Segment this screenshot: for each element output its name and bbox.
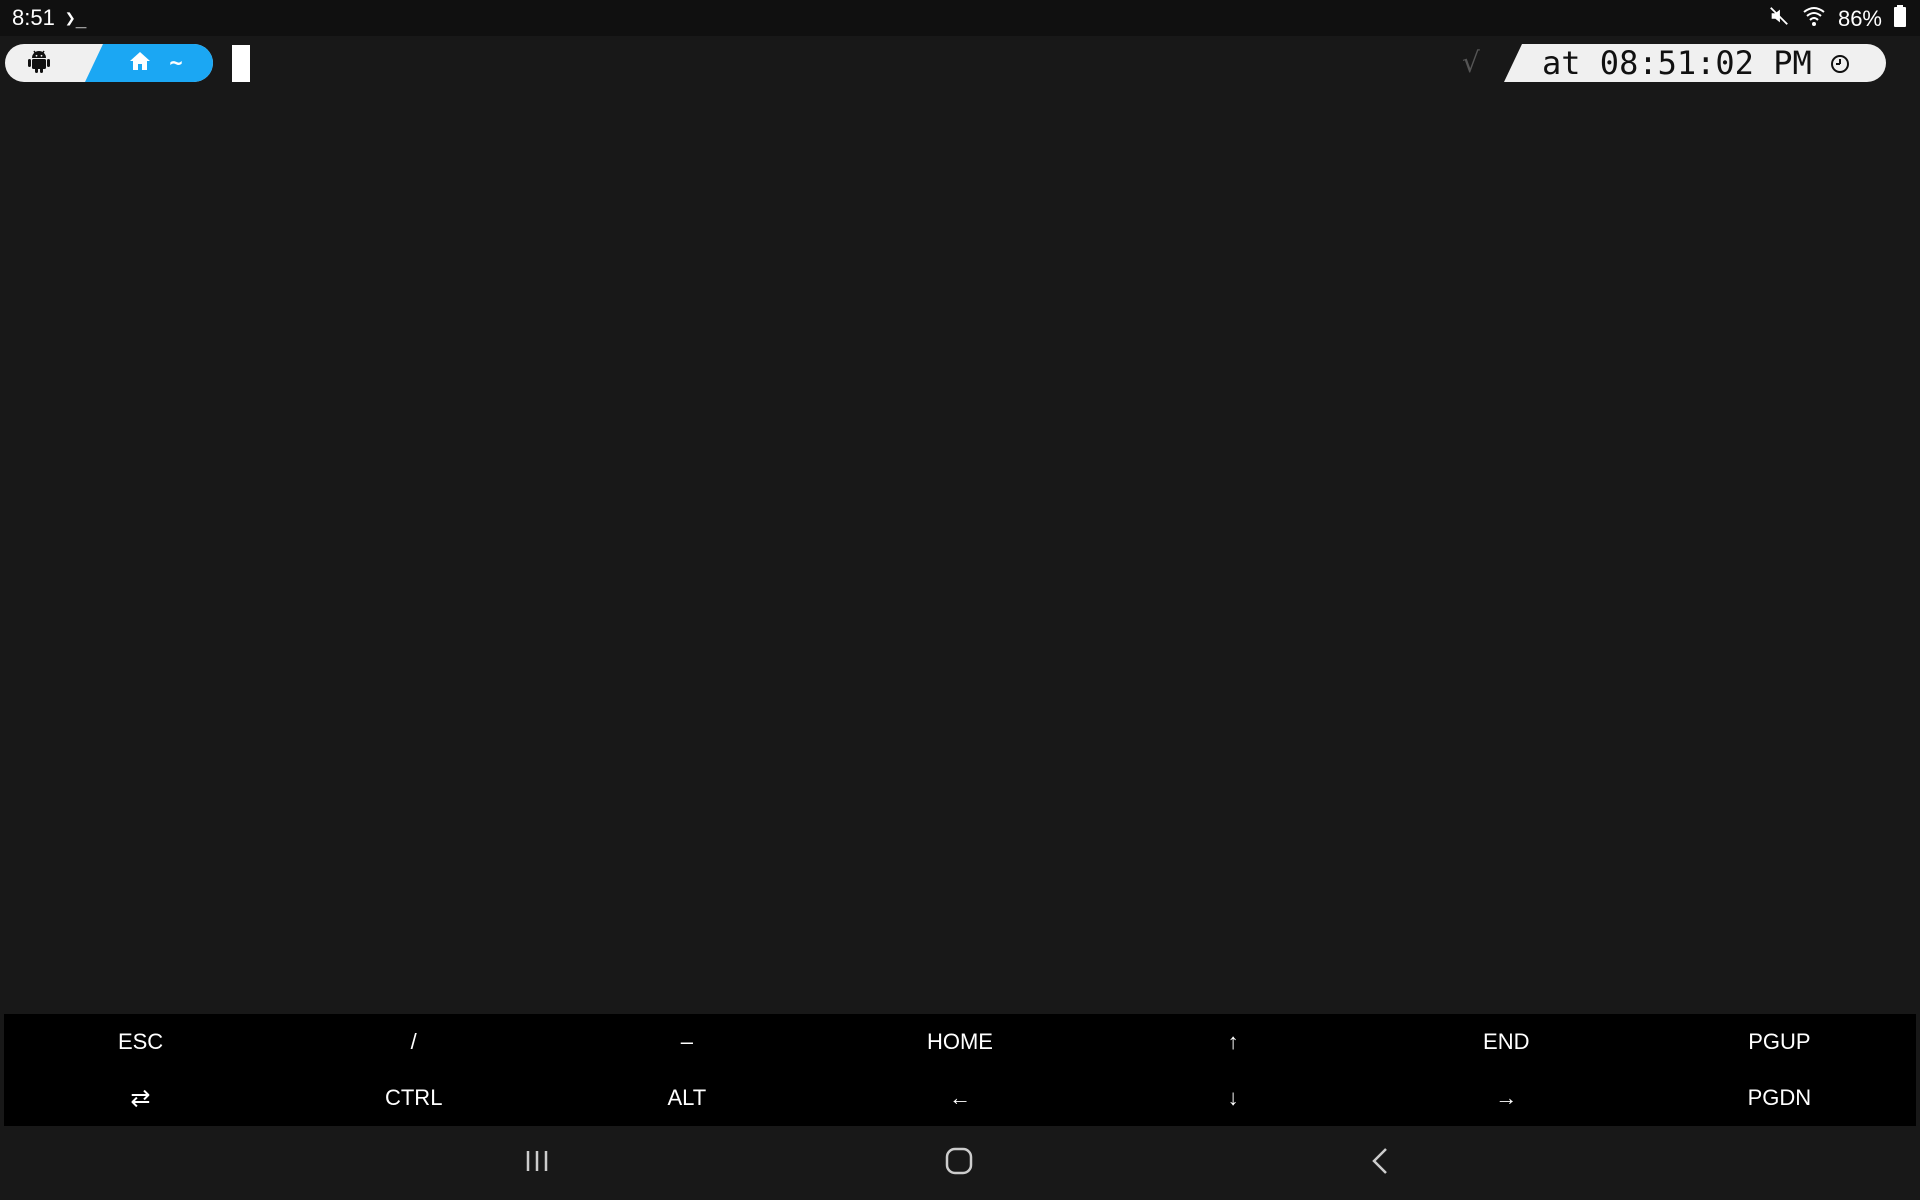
mute-icon [1768,5,1790,33]
key-ctrl[interactable]: CTRL [277,1070,550,1126]
prompt-right-segment: at 08:51:02 PM [1504,44,1886,82]
key-pgup[interactable]: PGUP [1643,1014,1916,1070]
prompt-time-text: at 08:51:02 PM [1542,44,1812,82]
home-icon [129,51,151,76]
terminal-notification-icon: ❯_ [64,7,87,29]
key-down-arrow[interactable]: ↓ [1097,1070,1370,1126]
key-dash[interactable]: – [550,1014,823,1070]
key-right-arrow[interactable]: → [1370,1070,1643,1126]
home-button[interactable] [929,1140,989,1186]
battery-percent: 86% [1837,6,1882,31]
home-button-icon [944,1146,974,1181]
key-slash[interactable]: / [277,1014,550,1070]
key-pgdn[interactable]: PGDN [1643,1070,1916,1126]
key-end[interactable]: END [1370,1014,1643,1070]
directory-text: ~ [169,50,183,76]
android-icon [28,49,50,78]
prompt-left-segment: ~ [5,44,213,82]
key-left-arrow[interactable]: ← [823,1070,1096,1126]
back-button[interactable] [1350,1140,1410,1186]
battery-icon [1894,5,1906,33]
status-left: 8:51 ❯_ [12,5,87,31]
key-up-arrow[interactable]: ↑ [1097,1014,1370,1070]
clock-icon [1830,44,1850,82]
key-esc[interactable]: ESC [4,1014,277,1070]
terminal-view[interactable]: ~ √ at 08:51:02 PM [0,36,1920,1014]
status-check-glyph: √ [1462,46,1480,79]
navigation-bar [0,1126,1920,1200]
status-bar: 8:51 ❯_ 86% [0,0,1920,36]
status-right: 86% [1768,5,1906,33]
recents-button[interactable] [507,1140,567,1186]
key-alt[interactable]: ALT [550,1070,823,1126]
prompt-directory-segment: ~ [85,44,213,82]
back-icon [1370,1146,1390,1181]
extra-keys-bar: ESC / – HOME ↑ END PGUP ⇄ CTRL ALT ← ↓ →… [4,1014,1916,1126]
terminal-cursor [232,45,250,82]
key-tab[interactable]: ⇄ [4,1070,277,1126]
prompt-os-segment [5,44,93,82]
wifi-icon [1802,5,1826,33]
status-time: 8:51 [12,5,55,30]
key-home[interactable]: HOME [823,1014,1096,1070]
recents-icon [523,1148,551,1179]
